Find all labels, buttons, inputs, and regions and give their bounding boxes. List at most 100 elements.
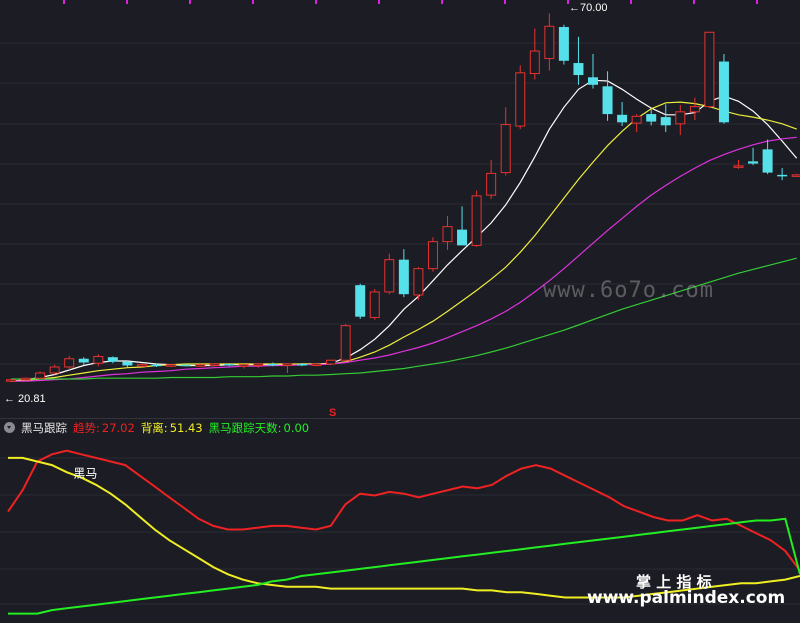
candle-body <box>253 363 264 366</box>
low-price-label: ← 20.81 <box>4 393 46 405</box>
moving-average-lines <box>10 79 798 382</box>
candle <box>777 168 788 181</box>
top-tick <box>252 0 254 4</box>
candle-body <box>500 124 511 174</box>
candle <box>500 107 511 176</box>
candle-body <box>355 285 366 317</box>
top-tick <box>756 0 758 4</box>
candle-body <box>704 31 715 108</box>
candle <box>6 378 16 382</box>
candle-body <box>369 291 380 318</box>
candle <box>195 363 206 367</box>
candle <box>471 190 482 247</box>
candle <box>529 28 540 80</box>
candle <box>282 363 293 373</box>
candles <box>6 13 800 382</box>
candle-body <box>602 86 613 115</box>
candle-body <box>136 364 147 367</box>
candle <box>588 54 598 89</box>
candle <box>340 324 351 362</box>
ma-line-ma10 <box>10 101 797 382</box>
candle-body <box>64 358 75 368</box>
candle-body <box>93 355 104 364</box>
candle-body <box>180 364 191 367</box>
candle-body <box>413 268 424 296</box>
candle-body <box>340 325 351 361</box>
top-tick <box>693 0 695 4</box>
candle-body <box>311 363 322 366</box>
candle-body <box>20 377 31 381</box>
candle <box>457 206 468 246</box>
candle <box>544 13 555 71</box>
candle <box>427 237 438 272</box>
candle-body <box>689 106 700 113</box>
top-tick <box>189 0 191 4</box>
indicator-name[interactable]: 黑马跟踪 <box>21 421 67 435</box>
candle <box>718 54 729 124</box>
candle-body <box>660 117 671 126</box>
trend-line <box>7 449 800 572</box>
candle-body <box>762 149 773 173</box>
candle-body <box>777 174 788 177</box>
top-tick <box>126 0 128 4</box>
candle-body <box>515 72 526 127</box>
candle <box>442 216 453 250</box>
candle <box>573 36 584 85</box>
annotations: ←70.00 ← 20.81 S <box>4 2 608 418</box>
signal-label: 黑马 <box>73 466 97 480</box>
candle-body <box>166 364 177 367</box>
candle <box>166 363 177 367</box>
watermark-palmindex-url: www.palmindex.com <box>587 588 786 608</box>
candle-body <box>224 363 235 366</box>
candle-body <box>544 25 555 60</box>
candle-body <box>238 364 249 367</box>
collapse-icon[interactable] <box>4 422 15 433</box>
candle-body <box>297 363 307 366</box>
candle <box>617 102 628 127</box>
top-tick <box>378 0 380 4</box>
candle-body <box>442 226 453 243</box>
days-value: 0.00 <box>283 421 310 435</box>
candle <box>762 139 773 175</box>
top-tick <box>630 0 632 4</box>
candlestick-chart: ←70.00 ← 20.81 S <box>0 0 800 418</box>
candle-body <box>748 161 759 164</box>
candle <box>384 253 395 295</box>
candle-body <box>617 114 628 123</box>
top-tick <box>315 0 317 4</box>
signal-marker: S <box>329 407 336 418</box>
ma-line-ma5 <box>10 79 798 382</box>
candle <box>704 31 715 109</box>
days-label: 黑马跟踪天数: <box>208 421 282 435</box>
top-tick <box>504 0 506 4</box>
candle-body <box>78 358 89 363</box>
candle <box>660 104 671 133</box>
top-tick <box>441 0 443 4</box>
high-price-label: ←70.00 <box>569 2 608 14</box>
candle-body <box>558 27 569 61</box>
candle <box>35 371 46 379</box>
candle-body <box>718 61 729 123</box>
candle-body <box>573 63 584 76</box>
candle <box>209 363 220 367</box>
candle-body <box>733 165 744 168</box>
candle <box>20 377 31 381</box>
candle-body <box>588 77 598 85</box>
candle <box>602 71 613 121</box>
candle-body <box>471 195 482 246</box>
candle <box>64 355 75 370</box>
trend-value: 27.02 <box>101 421 135 435</box>
candle-body <box>282 363 293 366</box>
candle <box>515 65 526 130</box>
candle <box>413 267 424 301</box>
divergence-value: 51.43 <box>169 421 203 435</box>
candle-body <box>631 115 642 124</box>
candle-body <box>398 259 409 295</box>
candle-body <box>195 364 206 367</box>
candle-body <box>35 372 46 379</box>
candle <box>238 363 249 369</box>
candle-body <box>49 366 60 374</box>
candle <box>689 97 700 121</box>
candle-body <box>675 111 686 125</box>
candle <box>253 363 264 368</box>
